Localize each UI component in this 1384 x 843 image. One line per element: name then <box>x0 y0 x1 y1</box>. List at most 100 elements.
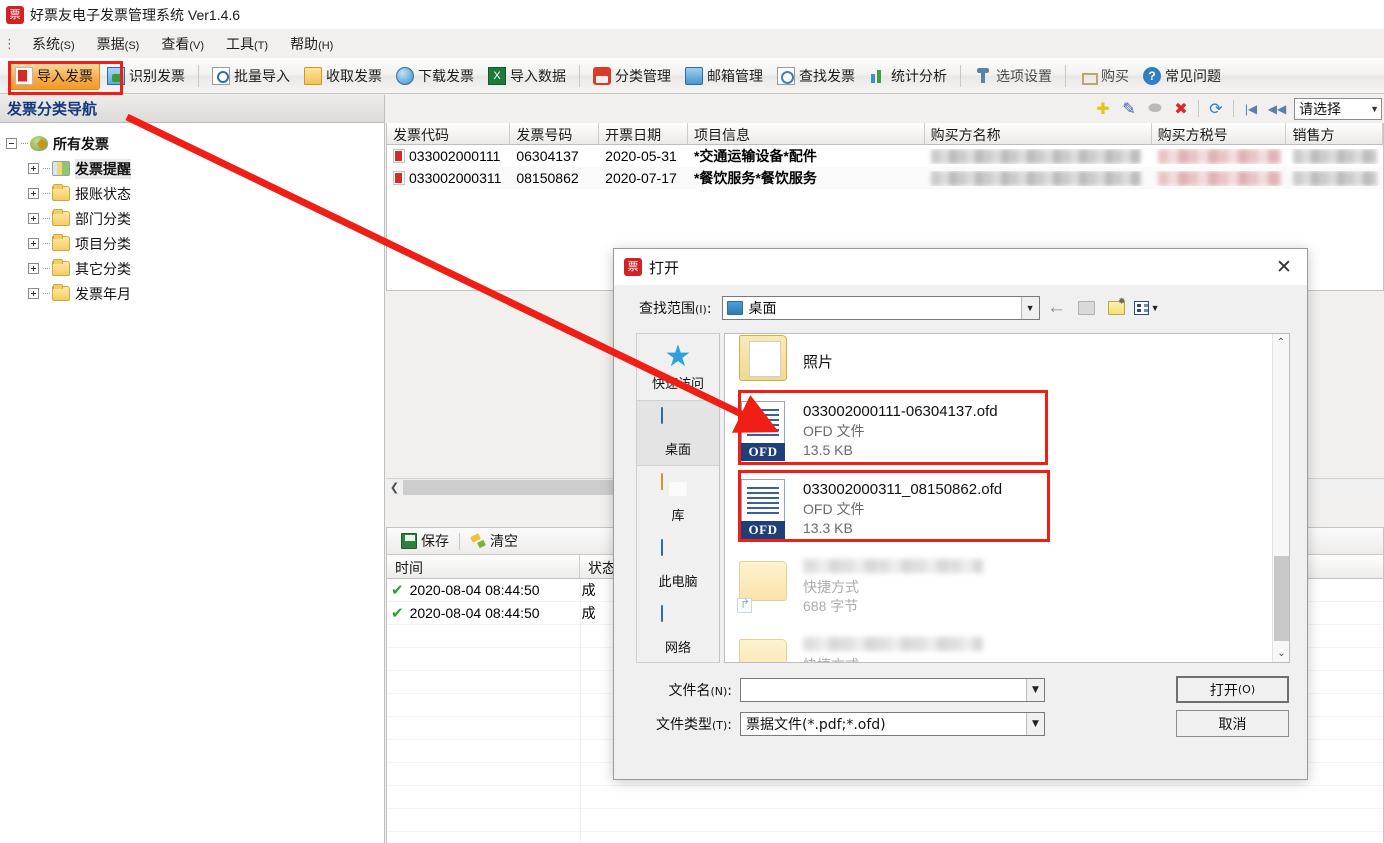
file-list-item[interactable]: OFD 033002000111-06304137.ofd OFD 文件 13.… <box>725 392 1289 470</box>
menu-item-view[interactable]: 查看(V) <box>150 31 215 57</box>
check-icon: ✔ <box>391 582 404 599</box>
expand-icon[interactable] <box>28 188 39 199</box>
toolbar-category-management[interactable]: 分类管理 <box>586 62 678 90</box>
file-type-row: 文件类型(T): 票据文件(*.pdf;*.ofd) ▼ <box>622 711 1045 737</box>
sidebar-item-invoice-reminder[interactable]: 发票提醒 <box>6 156 384 181</box>
expand-icon[interactable] <box>28 288 39 299</box>
photos-folder-icon <box>735 334 793 395</box>
toolbar-import-invoice[interactable]: 导入发票 <box>8 61 100 90</box>
sidebar-item-project-category[interactable]: 项目分类 <box>6 231 384 256</box>
column-header-invoice-code[interactable]: 发票代码 <box>387 123 511 144</box>
delete-x-icon[interactable]: ✖ <box>1168 98 1194 120</box>
tree-node-all-invoices[interactable]: 所有发票 <box>6 131 384 156</box>
table-row[interactable]: 033002000311 08150862 2020-07-17 *餐饮服务*餐… <box>387 167 1383 189</box>
file-list-scrollbar[interactable]: ⌃ ⌄ <box>1272 334 1289 662</box>
dialog-title-bar: 打开 ✕ <box>614 249 1307 285</box>
clear-brush-icon <box>470 533 486 549</box>
desktop-icon <box>726 301 743 315</box>
new-folder-button[interactable] <box>1104 296 1130 320</box>
file-list-item[interactable]: 快捷方式 688 字节 <box>725 548 1289 626</box>
cell-invoice-code: 033002000311 <box>409 170 502 186</box>
chevron-down-icon[interactable]: ▼ <box>1020 297 1039 319</box>
expand-icon[interactable] <box>28 263 39 274</box>
first-page-icon[interactable]: |◀ <box>1238 98 1264 120</box>
menu-item-system[interactable]: 系统(S) <box>21 31 86 57</box>
toolbar-purchase[interactable]: 购买 <box>1072 62 1136 90</box>
open-button[interactable]: 打开 (O) <box>1176 676 1289 703</box>
chevron-down-icon[interactable]: ▼ <box>1026 679 1044 701</box>
tree-node-label: 所有发票 <box>53 135 109 152</box>
cancel-button[interactable]: 取消 <box>1176 710 1289 737</box>
scroll-thumb[interactable] <box>1274 556 1289 641</box>
place-library[interactable]: 库 <box>637 466 719 532</box>
prev-page-icon[interactable]: ◀◀ <box>1264 98 1290 120</box>
file-list-item[interactable]: 快捷方式 692 字节 <box>725 626 1289 662</box>
category-brush-icon <box>593 66 611 85</box>
page-select[interactable]: 请选择 ▼ <box>1294 97 1382 120</box>
toolbar-faq[interactable]: 常见问题 <box>1136 62 1228 90</box>
place-desktop[interactable]: 桌面 <box>637 400 719 466</box>
column-header-time[interactable]: 时间 <box>387 555 580 578</box>
file-type-value: 票据文件(*.pdf;*.ofd) <box>746 717 886 733</box>
close-icon[interactable]: ✕ <box>1261 249 1307 285</box>
toolbar-import-data[interactable]: 导入数据 <box>481 62 573 90</box>
file-size: 13.3 KB <box>803 520 853 536</box>
toolbar-find-invoice[interactable]: 查找发票 <box>770 62 862 90</box>
column-header-buyer-tax-id[interactable]: 购买方税号 <box>1152 123 1287 144</box>
toolbar-recognize-invoice[interactable]: 识别发票 <box>100 62 192 90</box>
log-clear-button[interactable]: 清空 <box>464 531 524 551</box>
ofd-file-icon: OFD <box>735 477 793 541</box>
toolbar-receive-invoice[interactable]: 收取发票 <box>297 62 389 90</box>
toolbar-batch-import[interactable]: 批量导入 <box>205 62 297 90</box>
expand-icon[interactable] <box>28 213 39 224</box>
log-empty-row <box>387 809 1383 832</box>
column-header-invoice-number[interactable]: 发票号码 <box>510 123 600 144</box>
column-header-invoice-date[interactable]: 开票日期 <box>599 123 688 144</box>
menu-item-tools[interactable]: 工具(T) <box>215 31 279 57</box>
add-icon[interactable]: ✚ <box>1090 98 1116 120</box>
menu-item-help[interactable]: 帮助(H) <box>279 31 344 57</box>
toolbar-separator <box>960 64 961 87</box>
sidebar-item-other-category[interactable]: 其它分类 <box>6 256 384 281</box>
file-list-item[interactable]: 照片 <box>725 334 1289 392</box>
column-header-buyer-name[interactable]: 购买方名称 <box>925 123 1152 144</box>
file-list-item[interactable]: OFD 033002000311_08150862.ofd OFD 文件 13.… <box>725 470 1289 548</box>
file-type-select[interactable]: 票据文件(*.pdf;*.ofd) ▼ <box>740 712 1045 736</box>
cell-seller-redacted <box>1287 170 1383 186</box>
column-header-seller[interactable]: 销售方 <box>1286 123 1383 144</box>
scroll-left-icon[interactable]: ❮ <box>386 479 403 496</box>
table-row[interactable]: 033002000111 06304137 2020-05-31 *交通运输设备… <box>387 145 1383 167</box>
sidebar-item-department-category[interactable]: 部门分类 <box>6 206 384 231</box>
log-toolbar-separator <box>459 532 460 550</box>
log-save-button[interactable]: 保存 <box>395 531 455 551</box>
expand-icon[interactable] <box>28 238 39 249</box>
place-network[interactable]: 网络 <box>637 598 719 664</box>
expand-icon[interactable] <box>28 163 39 174</box>
place-quick-access[interactable]: ★ 快速访问 <box>637 334 719 400</box>
eraser-icon[interactable]: ⬬ <box>1142 98 1168 120</box>
toolbar-options[interactable]: 选项设置 <box>967 62 1059 90</box>
folder-icon <box>52 234 70 251</box>
toolbar-statistics[interactable]: 统计分析 <box>862 62 954 90</box>
place-this-pc[interactable]: 此电脑 <box>637 532 719 598</box>
column-header-item-info[interactable]: 项目信息 <box>688 123 925 144</box>
toolbar-download-invoice[interactable]: 下载发票 <box>389 62 481 90</box>
collapse-icon[interactable] <box>6 138 17 149</box>
save-icon <box>401 533 417 549</box>
file-list[interactable]: 照片 OFD 033002000111-06304137.ofd OFD 文件 … <box>724 333 1290 663</box>
look-in-combobox[interactable]: 桌面 ▼ <box>721 296 1040 320</box>
views-button[interactable]: ▼ <box>1133 296 1160 320</box>
scroll-down-icon[interactable]: ⌄ <box>1273 645 1289 662</box>
toolbar-mailbox-management[interactable]: 邮箱管理 <box>678 62 770 90</box>
edit-pencil-icon[interactable]: ✎ <box>1116 98 1142 120</box>
chevron-down-icon[interactable]: ▼ <box>1026 713 1044 735</box>
menu-item-bills[interactable]: 票据(S) <box>86 31 151 57</box>
sidebar-item-reimbursement-status[interactable]: 报账状态 <box>6 181 384 206</box>
file-name-row: 文件名(N): ▼ <box>622 677 1045 703</box>
sidebar-item-invoice-year-month[interactable]: 发票年月 <box>6 281 384 306</box>
scroll-up-icon[interactable]: ⌃ <box>1273 334 1289 351</box>
up-folder-button[interactable] <box>1074 296 1100 320</box>
refresh-icon[interactable]: ⟳ <box>1203 98 1229 120</box>
back-arrow-icon[interactable]: ← <box>1044 296 1070 320</box>
file-name-input[interactable]: ▼ <box>740 678 1045 702</box>
